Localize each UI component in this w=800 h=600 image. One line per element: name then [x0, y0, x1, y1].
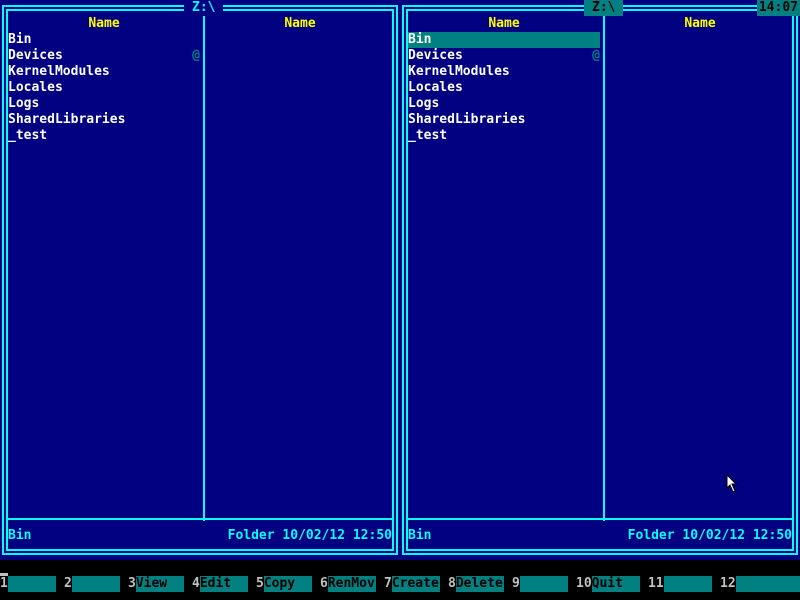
fkey-label: Quit	[591, 576, 640, 592]
fkey-label	[71, 576, 120, 592]
function-key-bar: 1 2 3 View 4 Edit 5 Copy 6 RenMov 7 Create 8D…	[0, 576, 800, 592]
column-header-name: Name	[284, 16, 316, 31]
fkey-7-create-button[interactable]: 7 Create	[384, 576, 440, 592]
fkey-number: 9	[512, 576, 520, 592]
fkey-label: Copy	[263, 576, 312, 592]
fkey-number: 7	[384, 576, 392, 592]
file-name: SharedLibraries	[408, 112, 526, 127]
panel-path-title: Z:\	[184, 0, 224, 16]
fkey-10-quit-button[interactable]: 10 Quit	[576, 576, 640, 592]
file-item[interactable]: Devices @	[408, 48, 600, 64]
fkey-number: 4	[192, 576, 200, 592]
file-name: Locales	[408, 80, 463, 95]
file-item[interactable]: KernelModules	[8, 64, 200, 80]
fkey-6-renmov-button[interactable]: 6 RenMov	[320, 576, 376, 592]
fkey-4-edit-button[interactable]: 4 Edit	[192, 576, 248, 592]
fkey-number: 12	[720, 576, 736, 592]
column-divider	[603, 9, 605, 521]
file-name: Logs	[8, 96, 40, 111]
fkey-8-delete-button[interactable]: 8 Delete	[448, 576, 504, 592]
fkey-number: 3	[128, 576, 136, 592]
left-panel[interactable]: Z:\ Name Name Bin Devices @ KernelModules…	[0, 0, 400, 560]
symlink-marker: @	[192, 48, 200, 63]
fkey-number: 10	[576, 576, 592, 592]
fkey-label	[519, 576, 568, 592]
status-file-info: Folder 10/02/12 12:50	[627, 528, 792, 543]
right-panel[interactable]: Z:\ Name Name Bin Devices @ KernelModules…	[400, 0, 800, 560]
fkey-label	[735, 576, 800, 592]
fkey-1-button[interactable]: 1	[0, 576, 56, 592]
file-list: Bin Devices @ KernelModules Locales Logs …	[408, 32, 600, 144]
fkey-label: RenMov	[327, 576, 376, 592]
status-separator	[406, 518, 794, 520]
file-item[interactable]: KernelModules	[408, 64, 600, 80]
file-item-selected[interactable]: Bin	[408, 32, 600, 48]
fkey-label	[7, 576, 56, 592]
file-name: Devices	[408, 48, 463, 63]
fkey-number: 5	[256, 576, 264, 592]
fkey-3-view-button[interactable]: 3 View	[128, 576, 184, 592]
file-item[interactable]: _test	[8, 128, 200, 144]
file-item[interactable]: Devices @	[8, 48, 200, 64]
file-item[interactable]: Locales	[408, 80, 600, 96]
file-name: Logs	[408, 96, 440, 111]
file-name: _test	[408, 128, 448, 143]
file-name: Devices	[8, 48, 63, 63]
column-header-name: Name	[488, 16, 520, 31]
file-item[interactable]: Logs	[408, 96, 600, 112]
file-item[interactable]: Locales	[8, 80, 200, 96]
file-name: KernelModules	[8, 64, 110, 79]
column-header-name: Name	[88, 16, 120, 31]
fkey-label: Create	[391, 576, 440, 592]
file-item[interactable]: SharedLibraries	[408, 112, 600, 128]
fkey-number: 2	[64, 576, 72, 592]
column-header-name: Name	[684, 16, 716, 31]
status-file-name: Bin	[8, 528, 32, 543]
fkey-11-button[interactable]: 11	[648, 576, 712, 592]
file-name: SharedLibraries	[8, 112, 126, 127]
status-separator	[6, 518, 394, 520]
fkey-number: 6	[320, 576, 328, 592]
status-file-info: Folder 10/02/12 12:50	[227, 528, 392, 543]
file-item[interactable]: Logs	[8, 96, 200, 112]
mouse-pointer-icon	[726, 474, 738, 493]
column-divider	[203, 9, 205, 521]
file-name: Locales	[8, 80, 63, 95]
fkey-12-button[interactable]: 12	[720, 576, 800, 592]
panel-path-title: Z:\	[584, 0, 624, 16]
status-file-name: Bin	[408, 528, 432, 543]
file-name: KernelModules	[408, 64, 510, 79]
symlink-marker: @	[592, 48, 600, 63]
file-list: Bin Devices @ KernelModules Locales Logs …	[8, 32, 200, 144]
file-item[interactable]: Bin	[8, 32, 200, 48]
fkey-number: 11	[648, 576, 664, 592]
file-name: Bin	[408, 32, 432, 47]
file-name: Bin	[8, 32, 32, 47]
fkey-label	[663, 576, 712, 592]
fkey-9-button[interactable]: 9	[512, 576, 568, 592]
clock: 14:07	[756, 0, 800, 16]
fkey-label: Delete	[455, 576, 504, 592]
file-item[interactable]: SharedLibraries	[8, 112, 200, 128]
file-name: _test	[8, 128, 48, 143]
fkey-number: 8	[448, 576, 456, 592]
fkey-5-copy-button[interactable]: 5 Copy	[256, 576, 312, 592]
file-item[interactable]: _test	[408, 128, 600, 144]
fkey-number: 1	[0, 576, 8, 592]
fkey-label: View	[135, 576, 184, 592]
fkey-label: Edit	[199, 576, 248, 592]
fkey-2-button[interactable]: 2	[64, 576, 120, 592]
